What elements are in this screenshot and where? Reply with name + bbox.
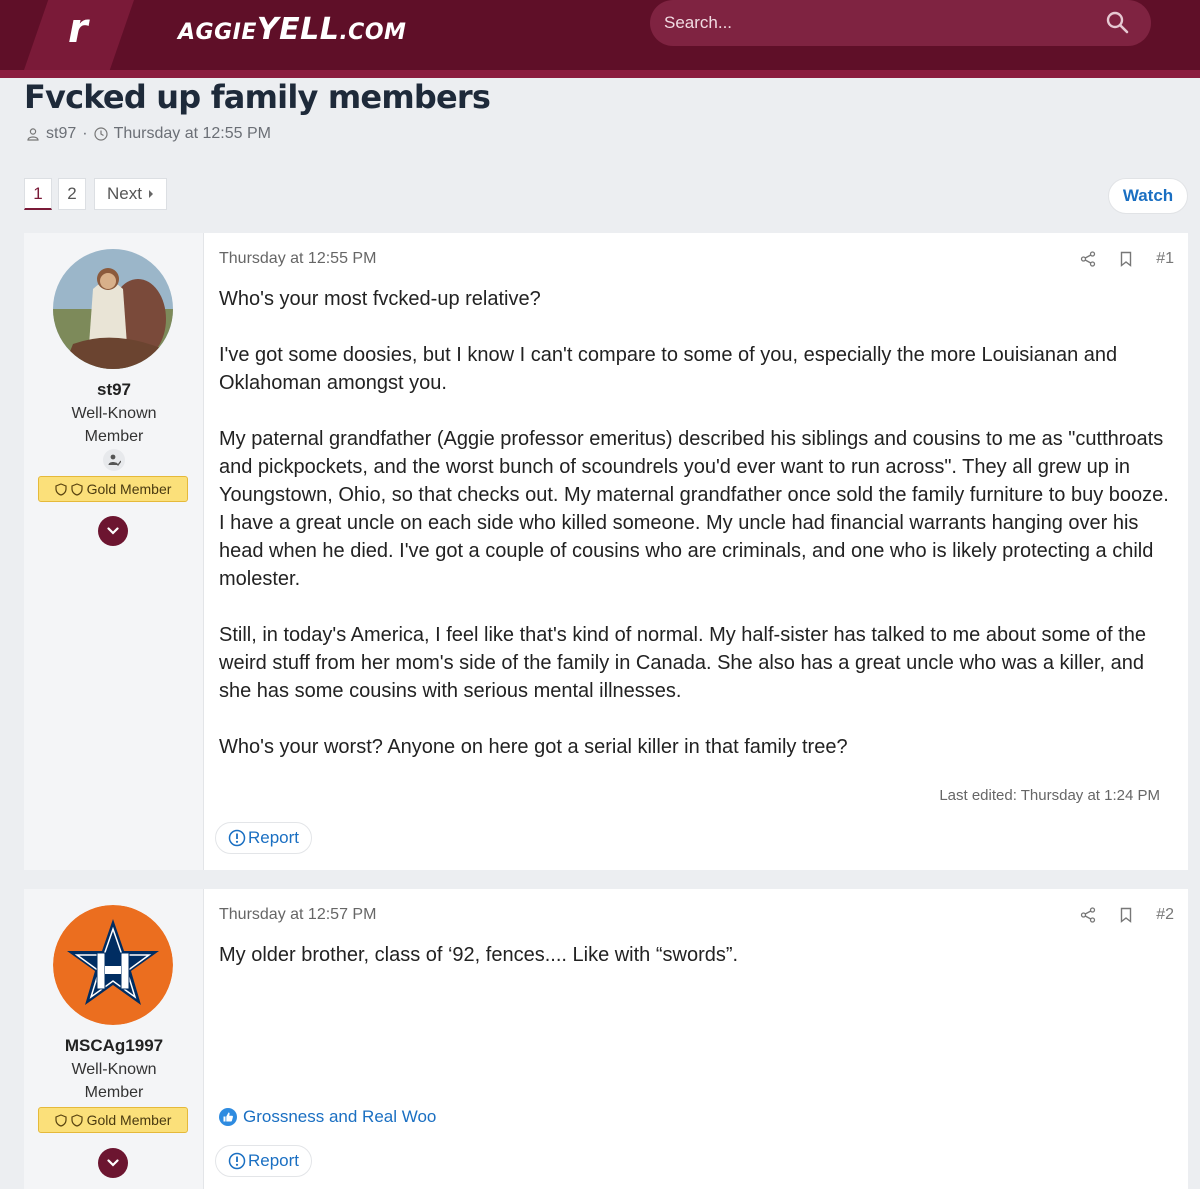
watch-button[interactable]: Watch (1108, 178, 1188, 214)
site-header: r AGGIEYELL.COM (0, 0, 1200, 70)
username[interactable]: MSCAg1997 (24, 1036, 204, 1056)
gold-member-badge: Gold Member (38, 1107, 188, 1133)
user-title: Well-Known Member (24, 402, 204, 448)
post-number[interactable]: #1 (1156, 250, 1174, 268)
post-tools: #1 (1080, 250, 1174, 268)
report-label: Report (248, 1151, 300, 1170)
avatar[interactable] (53, 249, 173, 369)
reaction-summary[interactable]: Grossness and Real Woo (219, 1107, 436, 1127)
post-date[interactable]: Thursday at 12:55 PM (219, 250, 376, 268)
post-paragraph: Who's your most fvcked-up relative? (219, 288, 541, 310)
thread-meta: st97 · Thursday at 12:55 PM (26, 125, 271, 143)
user-title-line2: Member (84, 428, 144, 445)
avatar[interactable] (53, 905, 173, 1025)
site-logo[interactable]: r (24, 0, 134, 70)
share-icon[interactable] (1080, 251, 1096, 267)
like-icon (219, 1108, 237, 1126)
member-badge-icon[interactable] (103, 449, 125, 471)
expand-user-button[interactable] (98, 1148, 128, 1178)
report-icon (228, 829, 246, 847)
post-body: Who's your most fvcked-up relative? I've… (219, 285, 1174, 789)
chevron-down-icon (107, 527, 119, 535)
search-input[interactable] (662, 8, 1102, 38)
header-stripe (0, 70, 1200, 78)
post-date[interactable]: Thursday at 12:57 PM (219, 906, 376, 924)
report-button[interactable]: Report (215, 1145, 313, 1177)
post-paragraph: Still, in today's America, I feel like t… (219, 624, 1146, 702)
next-page-button[interactable]: Next (94, 178, 167, 210)
user-title: Well-Known Member (24, 1058, 204, 1104)
chevron-down-icon (107, 1159, 119, 1167)
username[interactable]: st97 (24, 380, 204, 400)
post-paragraph: My older brother, class of ‘92, fences..… (219, 944, 739, 966)
shield-icon (54, 482, 67, 496)
logo-letter: r (68, 6, 88, 52)
meta-separator: · (82, 125, 88, 142)
brand-suffix: .COM (339, 20, 407, 45)
post-paragraph: My paternal grandfather (Aggie professor… (219, 428, 1169, 590)
reaction-users[interactable]: Grossness and Real Woo (243, 1107, 436, 1127)
post-content: Thursday at 12:55 PM #1 Who's your most … (204, 233, 1188, 870)
post-content: Thursday at 12:57 PM #2 My older brother… (204, 889, 1188, 1189)
post-body: My older brother, class of ‘92, fences..… (219, 941, 1174, 997)
report-icon (228, 1152, 246, 1170)
user-icon (27, 128, 39, 141)
search-icon[interactable] (1105, 10, 1129, 34)
post-tools: #2 (1080, 906, 1174, 924)
clock-icon (93, 127, 108, 141)
badge-label: Gold Member (86, 1112, 172, 1128)
page-title: Fvcked up family members (24, 78, 491, 116)
post: st97 Well-Known Member Gold Member Thurs… (24, 233, 1188, 870)
chevron-right-icon (148, 190, 153, 198)
last-edited: Last edited: Thursday at 1:24 PM (939, 787, 1160, 804)
user-title-line2: Member (84, 1084, 144, 1101)
shield-icon (54, 1113, 67, 1127)
brand-wordmark[interactable]: AGGIEYELL.COM (178, 12, 406, 47)
brand-prefix: AGGIE (178, 20, 257, 45)
post-user-panel: st97 Well-Known Member Gold Member (24, 233, 204, 870)
shield-icon (70, 1113, 83, 1127)
post-paragraph: I've got some doosies, but I know I can'… (219, 344, 1118, 394)
post-paragraph: Who's your worst? Anyone on here got a s… (219, 736, 848, 758)
post: MSCAg1997 Well-Known Member Gold Member … (24, 889, 1188, 1189)
page-2-link[interactable]: 2 (58, 178, 86, 210)
expand-user-button[interactable] (98, 516, 128, 546)
search-box[interactable] (650, 0, 1151, 46)
post-user-panel: MSCAg1997 Well-Known Member Gold Member (24, 889, 204, 1189)
gold-member-badge: Gold Member (38, 476, 188, 502)
report-button[interactable]: Report (215, 822, 313, 854)
thread-date[interactable]: Thursday at 12:55 PM (114, 125, 271, 143)
pagination: 1 2 Next (24, 178, 167, 210)
share-icon[interactable] (1080, 907, 1096, 923)
shield-icon (70, 482, 83, 496)
next-label: Next (107, 184, 142, 203)
bookmark-icon[interactable] (1118, 907, 1134, 923)
post-number[interactable]: #2 (1156, 906, 1174, 924)
bookmark-icon[interactable] (1118, 251, 1134, 267)
badge-label: Gold Member (86, 481, 172, 497)
report-label: Report (248, 828, 300, 847)
user-title-line1: Well-Known (71, 405, 157, 422)
page-1-link[interactable]: 1 (24, 178, 52, 210)
thread-author[interactable]: st97 (46, 125, 76, 143)
user-title-line1: Well-Known (71, 1061, 157, 1078)
brand-middle: YELL (256, 12, 340, 47)
